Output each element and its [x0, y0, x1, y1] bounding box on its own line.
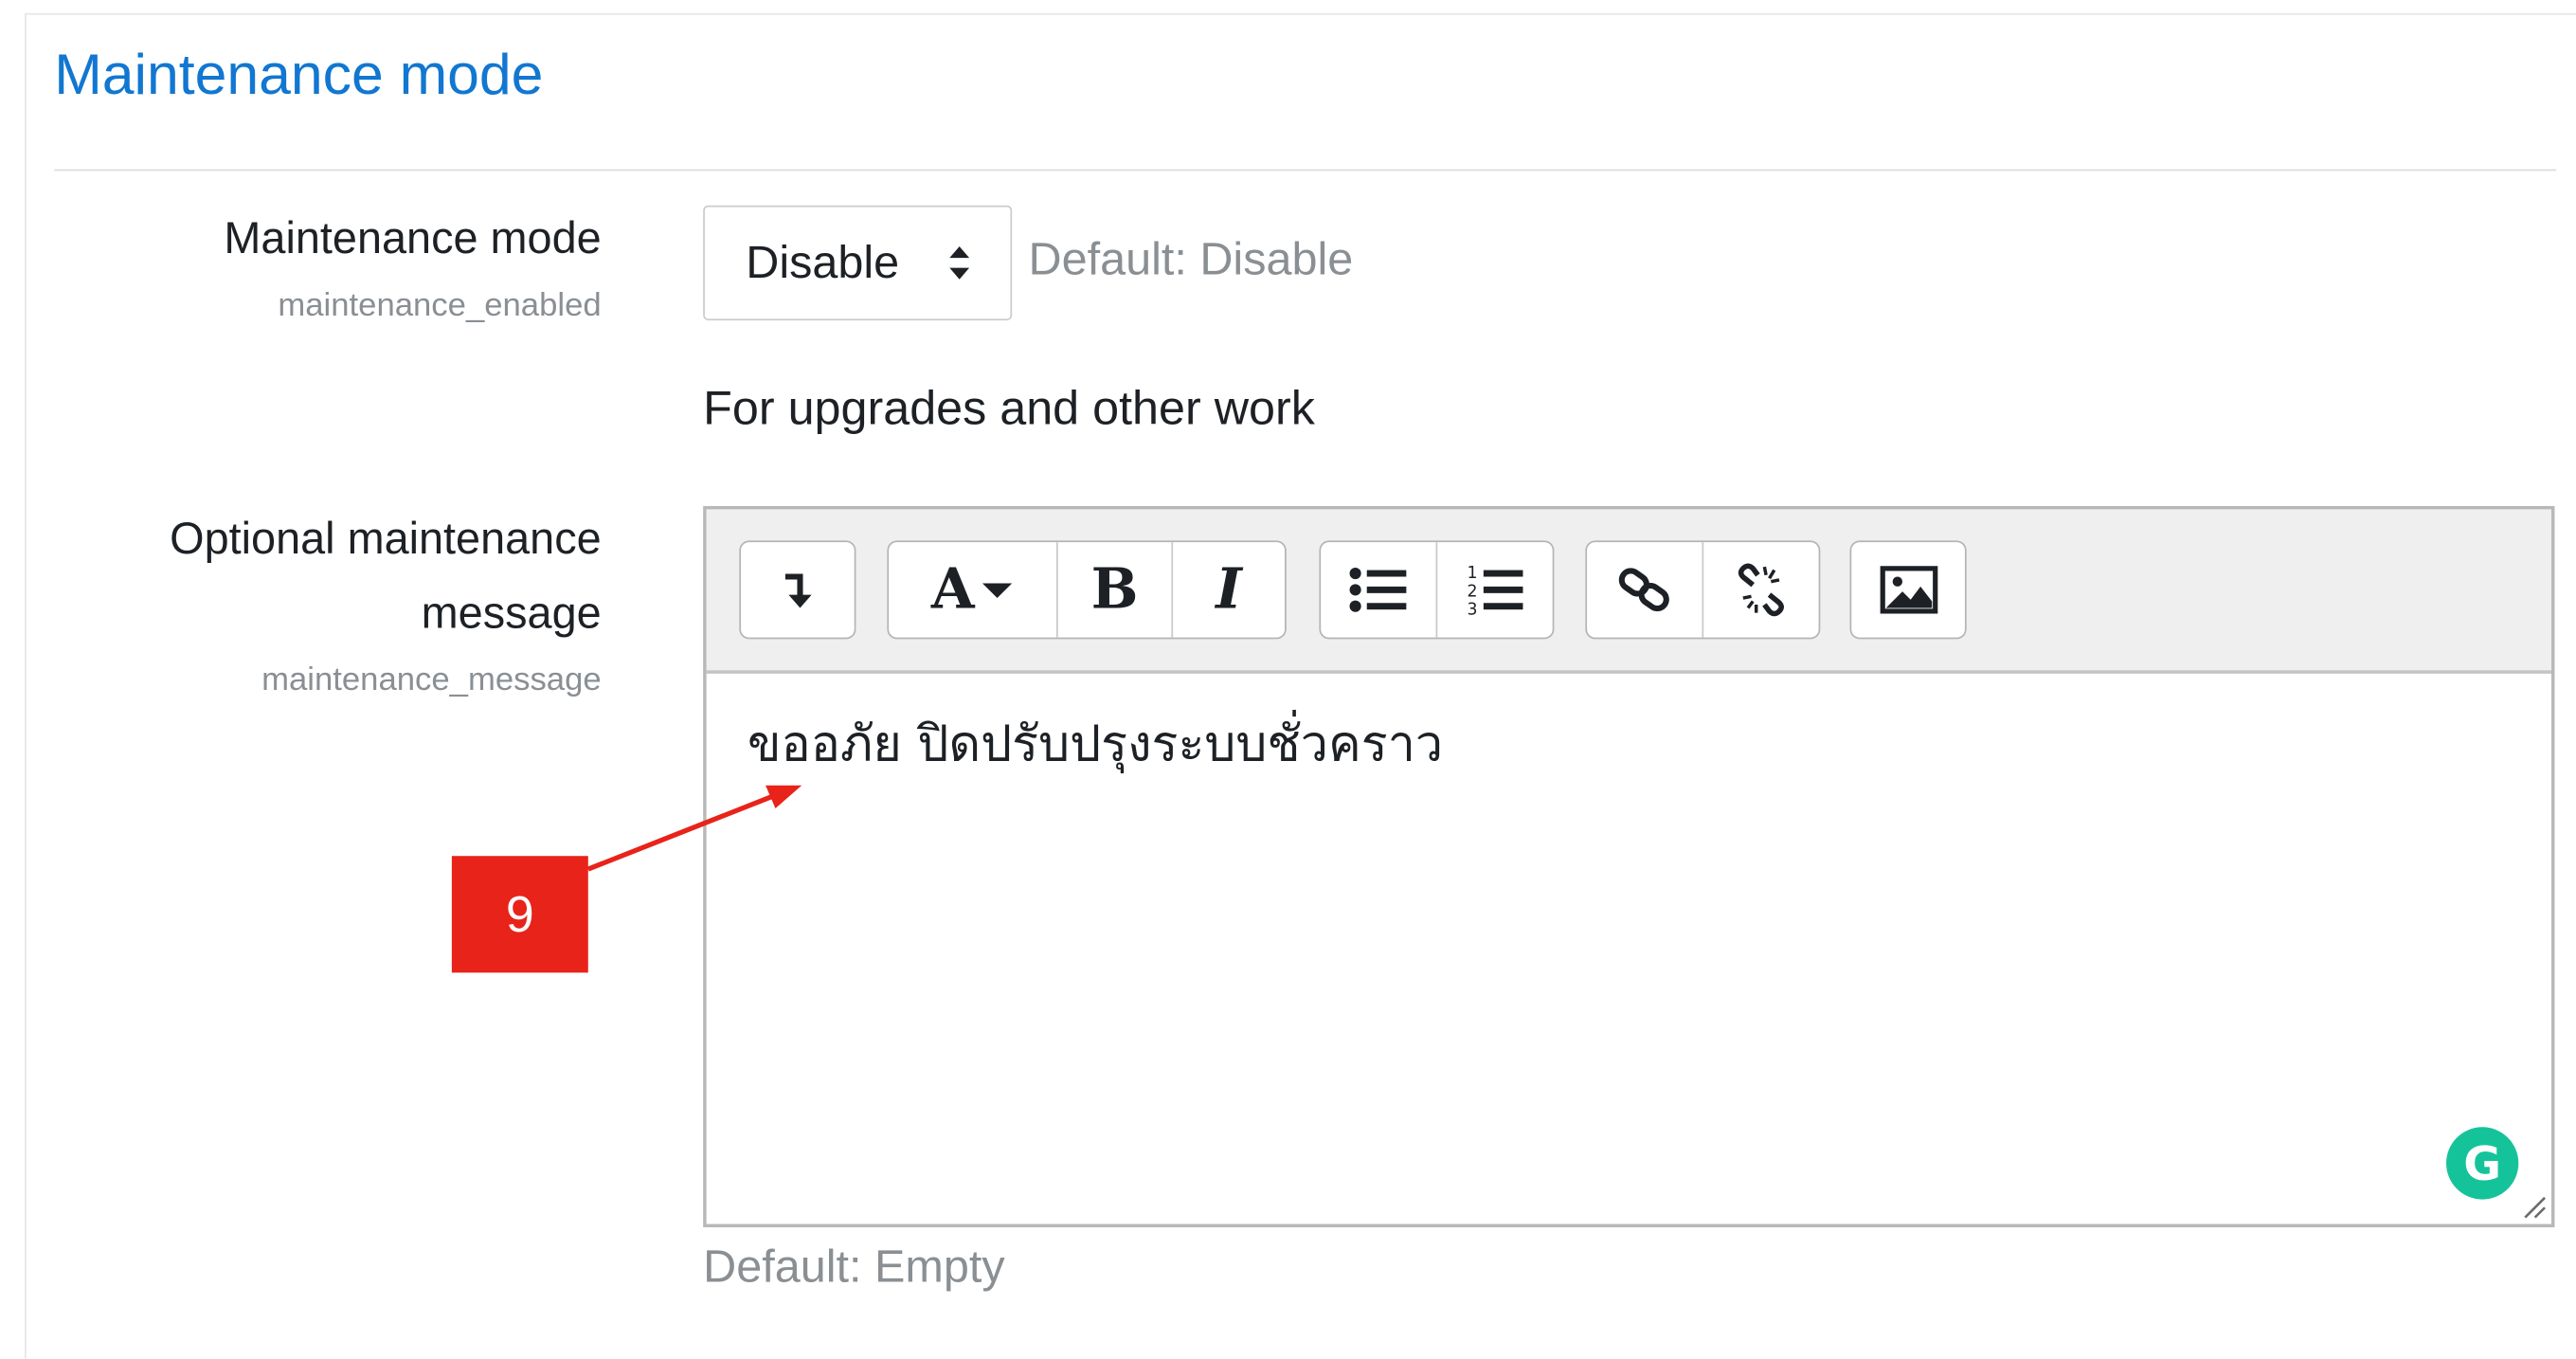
message-editor: A B I 1 2 3 ขออภัย ปิดปรับปรุงระบบชั่วคร…: [703, 505, 2555, 1228]
select-updown-icon: [949, 246, 970, 280]
svg-text:1: 1: [1468, 564, 1478, 583]
italic-button[interactable]: I: [1173, 542, 1285, 638]
font-color-button[interactable]: A: [889, 542, 1058, 638]
annotation-badge: 9: [451, 856, 588, 973]
grammarly-icon[interactable]: G: [2446, 1127, 2519, 1200]
resize-handle-icon[interactable]: [2518, 1191, 2548, 1221]
maintenance-mode-select[interactable]: Disable: [703, 205, 1013, 321]
message-content-area[interactable]: ขออภัย ปิดปรับปรุงระบบชั่วคราว G: [707, 674, 2551, 1224]
insert-image-button[interactable]: [1851, 542, 1965, 638]
dropdown-caret-icon: [982, 583, 1013, 599]
unlink-button[interactable]: [1703, 542, 1818, 638]
section-title: Maintenance mode: [54, 43, 544, 107]
expand-toolbar-icon: [784, 573, 811, 608]
toolbar-group-expand: [739, 540, 856, 640]
ordered-list-icon: 1 2 3: [1468, 564, 1523, 618]
unordered-list-button[interactable]: [1321, 542, 1438, 638]
maintenance-message-key: maintenance_message: [261, 661, 602, 698]
toolbar-group-media: [1849, 540, 1967, 640]
toolbar-group-links: [1585, 540, 1821, 640]
svg-text:3: 3: [1468, 600, 1478, 617]
maintenance-message-label-line2: message: [421, 588, 602, 638]
section-divider: [54, 169, 2557, 172]
font-color-icon: A: [930, 556, 975, 624]
maintenance-enabled-key: maintenance_enabled: [278, 287, 602, 324]
maintenance-mode-default: Default: Disable: [1028, 233, 1354, 284]
link-button[interactable]: [1587, 542, 1704, 638]
italic-icon: I: [1216, 556, 1242, 624]
ordered-list-button[interactable]: 1 2 3: [1437, 542, 1552, 638]
bold-icon: B: [1090, 556, 1139, 624]
maintenance-mode-select-value: Disable: [746, 236, 900, 288]
bold-button[interactable]: B: [1058, 542, 1174, 638]
expand-toolbar-button[interactable]: [741, 542, 855, 638]
maintenance-message-default: Default: Empty: [703, 1240, 1005, 1292]
unordered-list-icon: [1349, 567, 1407, 612]
maintenance-mode-label: Maintenance mode: [224, 213, 602, 263]
toolbar-group-lists: 1 2 3: [1319, 540, 1555, 640]
editor-toolbar: A B I 1 2 3: [706, 509, 2551, 674]
link-icon: [1618, 568, 1669, 612]
maintenance-message-label-line1: Optional maintenance: [170, 514, 602, 564]
toolbar-group-style: A B I: [887, 540, 1287, 640]
unlink-icon: [1738, 563, 1784, 617]
screenshot-stage: Maintenance mode Maintenance mode mainte…: [0, 0, 2576, 1359]
message-content-text: ขออภัย ปิดปรับปรุงระบบชั่วคราว: [747, 716, 1444, 774]
maintenance-mode-description: For upgrades and other work: [703, 382, 1315, 436]
svg-text:2: 2: [1468, 582, 1478, 601]
image-icon: [1879, 566, 1937, 614]
